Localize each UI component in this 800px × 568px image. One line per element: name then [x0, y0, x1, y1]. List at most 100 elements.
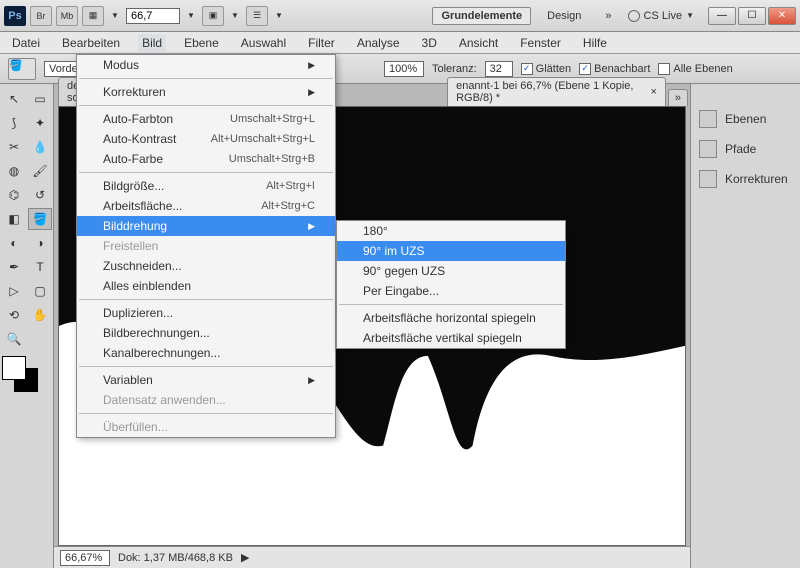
menu-ansicht[interactable]: Ansicht [455, 34, 502, 52]
zoom-input[interactable]: 66,7 [126, 8, 180, 24]
eyedropper-tool[interactable]: 💧 [28, 136, 52, 158]
menu-item[interactable]: Bildgröße...Alt+Strg+I [77, 176, 335, 196]
stamp-tool[interactable]: ⌬ [2, 184, 26, 206]
extras-dropdown[interactable]: ▼ [272, 6, 286, 26]
menu-item: Überfüllen... [77, 417, 335, 437]
arrange-dropdown[interactable]: ▼ [108, 6, 122, 26]
tolerance-input[interactable]: 32 [485, 61, 513, 77]
submenu-arrow-icon: ▶ [308, 60, 315, 71]
bridge-button[interactable]: Br [30, 6, 52, 26]
tab-close-icon[interactable]: × [650, 86, 656, 98]
submenu-item[interactable]: 90° im UZS [337, 241, 565, 261]
tool-panel: ↖ ▭ ⟆ ✦ ✂ 💧 ◍ 🖌 ⌬ ↺ ◧ 🪣 ◐ ◑ ✒ T ▷ ▢ ⟲ ✋ … [0, 84, 54, 568]
menu-filter[interactable]: Filter [304, 34, 339, 52]
menu-item[interactable]: Bilddrehung▶ [77, 216, 335, 236]
eraser-tool[interactable]: ◧ [2, 208, 26, 230]
heal-tool[interactable]: ◍ [2, 160, 26, 182]
lasso-tool[interactable]: ⟆ [2, 112, 26, 134]
menu-3d[interactable]: 3D [418, 34, 441, 52]
menu-item[interactable]: Alles einblenden [77, 276, 335, 296]
menu-datei[interactable]: Datei [8, 34, 44, 52]
app-icon: Ps [4, 6, 26, 26]
bucket-tool[interactable]: 🪣 [28, 208, 52, 230]
menu-item[interactable]: Zuschneiden... [77, 256, 335, 276]
submenu-item[interactable]: 180° [337, 221, 565, 241]
type-tool[interactable]: T [28, 256, 52, 278]
menu-item[interactable]: Korrekturen▶ [77, 82, 335, 102]
contiguous-checkbox[interactable]: ✓Benachbart [579, 63, 650, 75]
workspace-more[interactable]: » [597, 8, 619, 24]
menu-item[interactable]: Auto-FarbeUmschalt+Strg+B [77, 149, 335, 169]
submenu-arrow-icon: ▶ [308, 221, 315, 232]
dodge-tool[interactable]: ◑ [28, 232, 52, 254]
close-button[interactable]: ✕ [768, 7, 796, 25]
maximize-button[interactable]: ☐ [738, 7, 766, 25]
minibridge-button[interactable]: Mb [56, 6, 78, 26]
tab-overflow[interactable]: » [668, 89, 688, 106]
zoom-percent[interactable]: 100% [384, 61, 424, 77]
screen-mode-button[interactable]: ▣ [202, 6, 224, 26]
title-bar: Ps Br Mb ▦ ▼ 66,7 ▼ ▣ ▼ ☰ ▼ Grundelement… [0, 0, 800, 32]
menu-item[interactable]: Bildberechnungen... [77, 323, 335, 343]
hand-tool[interactable]: ✋ [28, 304, 52, 326]
zoom-dropdown[interactable]: ▼ [184, 6, 198, 26]
cslive-icon [628, 10, 640, 22]
menu-bar: Datei Bearbeiten Bild Ebene Auswahl Filter Ana… [0, 32, 800, 54]
cslive-button[interactable]: CS Live▼ [628, 10, 694, 22]
minimize-button[interactable]: — [708, 7, 736, 25]
menu-item[interactable]: Duplizieren... [77, 303, 335, 323]
rotate-tool[interactable]: ⟲ [2, 304, 26, 326]
menu-item[interactable]: Auto-FarbtonUmschalt+Strg+L [77, 109, 335, 129]
status-doc-size: Dok: 1,37 MB/468,8 KB [118, 552, 233, 564]
shape-tool[interactable]: ▢ [28, 280, 52, 302]
workspace-design[interactable]: Design [539, 8, 589, 24]
menu-bearbeiten[interactable]: Bearbeiten [58, 34, 124, 52]
submenu-item[interactable]: Arbeitsfläche vertikal spiegeln [337, 328, 565, 348]
panel-adjustments[interactable]: Korrekturen [697, 164, 794, 194]
screen-mode-dropdown[interactable]: ▼ [228, 6, 242, 26]
brush-tool[interactable]: 🖌 [28, 160, 52, 182]
marquee-tool[interactable]: ▭ [28, 88, 52, 110]
menu-item[interactable]: Modus▶ [77, 55, 335, 75]
zoom-tool[interactable]: 🔍 [2, 328, 26, 350]
menu-item[interactable]: Kanalberechnungen... [77, 343, 335, 363]
menu-hilfe[interactable]: Hilfe [579, 34, 611, 52]
menu-bild-dropdown: Modus▶ Korrekturen▶ Auto-FarbtonUmschalt+S… [76, 54, 336, 438]
submenu-item[interactable]: 90° gegen UZS [337, 261, 565, 281]
document-tab-active[interactable]: enannt-1 bei 66,7% (Ebene 1 Kopie, RGB/8… [447, 77, 666, 106]
layers-icon [699, 110, 717, 128]
menu-bild[interactable]: Bild [138, 34, 166, 52]
menu-analyse[interactable]: Analyse [353, 34, 404, 52]
menu-ebene[interactable]: Ebene [180, 34, 223, 52]
menu-item[interactable]: Variablen▶ [77, 370, 335, 390]
panel-dock: Ebenen Pfade Korrekturen [690, 84, 800, 568]
workspace-grundelemente[interactable]: Grundelemente [432, 7, 531, 25]
menu-fenster[interactable]: Fenster [516, 34, 565, 52]
move-tool[interactable]: ↖ [2, 88, 26, 110]
menu-auswahl[interactable]: Auswahl [237, 34, 290, 52]
foreground-color-swatch[interactable] [2, 356, 26, 380]
antialias-checkbox[interactable]: ✓Glätten [521, 63, 571, 75]
alllayers-checkbox[interactable]: Alle Ebenen [658, 63, 732, 75]
submenu-item[interactable]: Per Eingabe... [337, 281, 565, 301]
paths-icon [699, 140, 717, 158]
menu-item[interactable]: Auto-KontrastAlt+Umschalt+Strg+L [77, 129, 335, 149]
wand-tool[interactable]: ✦ [28, 112, 52, 134]
status-arrow[interactable]: ▶ [241, 551, 249, 564]
menu-item[interactable]: Arbeitsfläche...Alt+Strg+C [77, 196, 335, 216]
blur-tool[interactable]: ◐ [2, 232, 26, 254]
status-zoom[interactable]: 66,67% [60, 550, 110, 566]
crop-tool[interactable]: ✂ [2, 136, 26, 158]
extras-button[interactable]: ☰ [246, 6, 268, 26]
panel-layers[interactable]: Ebenen [697, 104, 794, 134]
path-tool[interactable]: ▷ [2, 280, 26, 302]
color-swatches[interactable] [2, 356, 42, 396]
submenu-item[interactable]: Arbeitsfläche horizontal spiegeln [337, 308, 565, 328]
panel-paths[interactable]: Pfade [697, 134, 794, 164]
submenu-arrow-icon: ▶ [308, 87, 315, 98]
history-brush-tool[interactable]: ↺ [28, 184, 52, 206]
submenu-arrow-icon: ▶ [308, 375, 315, 386]
current-tool-icon[interactable]: 🪣 [8, 58, 36, 80]
arrange-button[interactable]: ▦ [82, 6, 104, 26]
pen-tool[interactable]: ✒ [2, 256, 26, 278]
